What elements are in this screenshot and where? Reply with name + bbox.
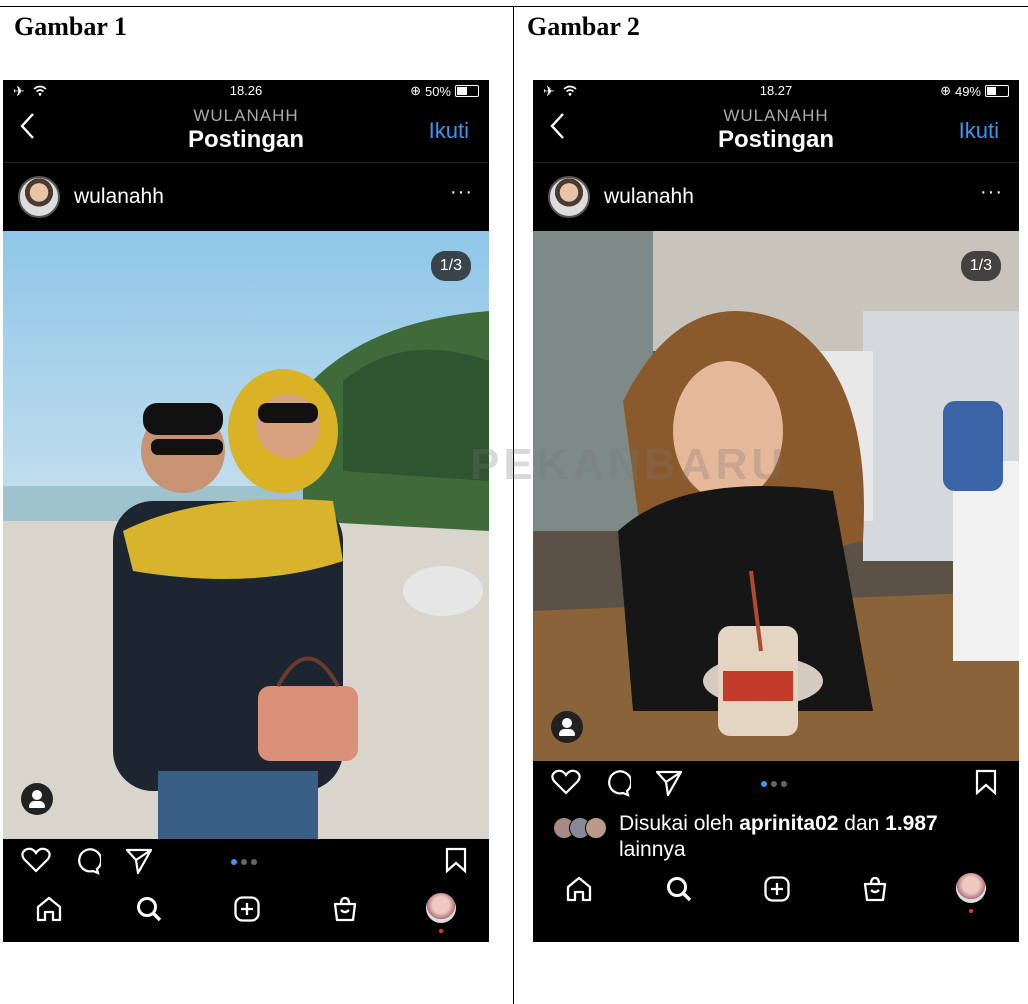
carousel-dot-active	[231, 859, 237, 865]
post-username[interactable]: wulanahh	[604, 185, 694, 209]
bottom-navigation	[3, 889, 489, 939]
avatar[interactable]	[18, 176, 60, 218]
header-username: WULANAHH	[723, 106, 829, 125]
status-bar: ✈ 18.27 ⊕ 49%	[533, 80, 1019, 104]
liker-avatars	[553, 817, 607, 839]
share-icon[interactable]	[125, 847, 153, 880]
carousel-dot	[781, 781, 787, 787]
follow-button[interactable]: Ikuti	[959, 118, 999, 144]
page-title: Postingan	[187, 126, 304, 153]
post-header: WULANAHH Postingan Ikuti	[3, 104, 489, 163]
likes-suffix: lainnya	[619, 838, 686, 861]
share-icon[interactable]	[655, 769, 683, 802]
battery-percent: 50%	[424, 83, 451, 99]
home-icon[interactable]	[565, 875, 593, 908]
shop-icon[interactable]	[861, 875, 889, 908]
likes-prefix: Disukai oleh	[619, 812, 740, 835]
post-actions	[3, 839, 489, 889]
header-title-group: WULANAHH Postingan	[3, 106, 489, 154]
post-actions	[533, 761, 1019, 811]
status-right: ⊕ 49%	[940, 83, 1009, 99]
post-author-row[interactable]: wulanahh ···	[533, 163, 1019, 231]
phone-screenshot-1: ✈ 18.26 ⊕ 50% WULANAHH Postingan Ikuti w…	[3, 80, 489, 942]
post-photo[interactable]: 1/3	[533, 231, 1019, 761]
likes-count[interactable]: 1.987	[885, 812, 938, 835]
header-title-group: WULANAHH Postingan	[533, 106, 1019, 154]
carousel-counter: 1/3	[960, 251, 1001, 281]
new-post-icon[interactable]	[763, 875, 791, 908]
orientation-lock-icon: ⊕	[410, 83, 421, 98]
header-username: WULANAHH	[193, 106, 299, 125]
likes-text[interactable]: Disukai oleh aprinita02 dan 1.987 lainny…	[619, 811, 999, 863]
profile-icon[interactable]	[426, 893, 456, 933]
caption-left: Gambar 1	[14, 12, 127, 41]
watermark: PEKANBARU	[470, 440, 788, 489]
carousel-dot	[771, 781, 777, 787]
heart-icon[interactable]	[21, 847, 51, 878]
more-options-icon[interactable]: ···	[450, 181, 473, 204]
bookmark-icon[interactable]	[975, 769, 997, 800]
comment-icon[interactable]	[73, 847, 103, 880]
likes-summary[interactable]: Disukai oleh aprinita02 dan 1.987 lainny…	[533, 811, 1019, 869]
cafe-photo-image	[533, 231, 1019, 761]
post-author-row[interactable]: wulanahh ···	[3, 163, 489, 231]
beach-photo-image	[3, 231, 489, 839]
post-username[interactable]: wulanahh	[74, 185, 164, 209]
carousel-dot	[241, 859, 247, 865]
carousel-indicator	[761, 781, 787, 787]
tagged-people-icon[interactable]	[21, 783, 53, 815]
more-options-icon[interactable]: ···	[980, 181, 1003, 204]
top-rule	[0, 6, 1028, 7]
column-divider	[513, 6, 514, 1004]
status-right: ⊕ 50%	[410, 83, 479, 99]
carousel-dot-active	[761, 781, 767, 787]
orientation-lock-icon: ⊕	[940, 83, 951, 98]
caption-right: Gambar 2	[527, 12, 640, 41]
carousel-indicator	[231, 859, 257, 865]
battery-icon	[985, 85, 1009, 97]
search-icon[interactable]	[665, 875, 693, 908]
page-title: Postingan	[717, 126, 834, 153]
post-photo[interactable]: 1/3	[3, 231, 489, 839]
comment-icon[interactable]	[603, 769, 633, 802]
new-post-icon[interactable]	[233, 895, 261, 928]
avatar[interactable]	[548, 176, 590, 218]
shop-icon[interactable]	[331, 895, 359, 928]
tagged-people-icon[interactable]	[551, 711, 583, 743]
likes-middle: dan	[838, 812, 886, 835]
phone-screenshot-2: ✈ 18.27 ⊕ 49% WULANAHH Postingan Ikuti w…	[533, 80, 1019, 942]
carousel-dot	[251, 859, 257, 865]
search-icon[interactable]	[135, 895, 163, 928]
heart-icon[interactable]	[551, 769, 581, 800]
post-header: WULANAHH Postingan Ikuti	[533, 104, 1019, 163]
status-bar: ✈ 18.26 ⊕ 50%	[3, 80, 489, 104]
follow-button[interactable]: Ikuti	[429, 118, 469, 144]
likes-user[interactable]: aprinita02	[739, 812, 838, 835]
bookmark-icon[interactable]	[445, 847, 467, 878]
battery-percent: 49%	[954, 83, 981, 99]
profile-icon[interactable]	[956, 873, 986, 913]
bottom-navigation	[533, 869, 1019, 919]
home-icon[interactable]	[35, 895, 63, 928]
carousel-counter: 1/3	[430, 251, 471, 281]
battery-icon	[455, 85, 479, 97]
